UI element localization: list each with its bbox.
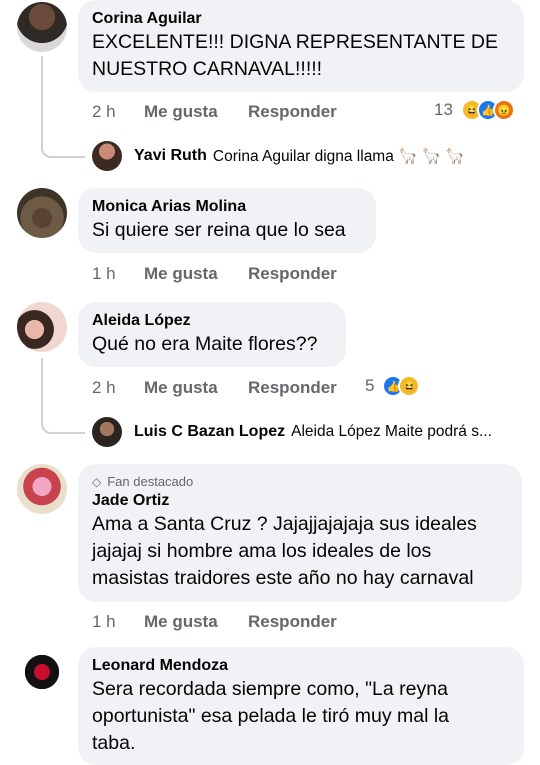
reply-button[interactable]: Responder: [248, 102, 337, 122]
like-button[interactable]: Me gusta: [144, 378, 248, 398]
comment-actions: 2 h Me gusta Responder: [92, 100, 337, 124]
like-button[interactable]: Me gusta: [144, 612, 248, 632]
reply-avatar[interactable]: [92, 141, 122, 171]
timestamp[interactable]: 1 h: [92, 264, 144, 284]
comment-bubble: Aleida López Qué no era Maite flores??: [78, 302, 346, 367]
avatar[interactable]: [17, 2, 67, 52]
reply-author[interactable]: Luis C Bazan Lopez: [134, 423, 285, 441]
like-button[interactable]: Me gusta: [144, 102, 248, 122]
avatar[interactable]: [17, 188, 67, 238]
reply-text: Aleida López Maite podrá s...: [291, 423, 492, 440]
reply-button[interactable]: Responder: [248, 612, 337, 632]
comment-bubble: Leonard Mendoza Sera recordada siempre c…: [78, 647, 524, 765]
commenter-name[interactable]: Corina Aguilar: [92, 9, 510, 29]
comment-bubble: Corina Aguilar EXCELENTE!!! DIGNA REPRES…: [78, 0, 524, 92]
comment-bubble: ◇ Fan destacado Jade Ortiz Ama a Santa C…: [78, 464, 522, 602]
timestamp[interactable]: 1 h: [92, 612, 144, 632]
reply-author[interactable]: Yavi Ruth: [134, 147, 207, 165]
comment-text: jajajaj si hombre ama los ideales de los: [92, 540, 432, 562]
commenter-name[interactable]: Jade Ortiz: [92, 491, 508, 511]
avatar[interactable]: [17, 647, 67, 697]
timestamp[interactable]: 2 h: [92, 102, 144, 122]
reply-preview[interactable]: Luis C Bazan Lopez Aleida López Maite po…: [92, 416, 492, 448]
comment-text: EXCELENTE!!! DIGNA REPRESENTANTE DE: [92, 31, 498, 53]
commenter-name[interactable]: Leonard Mendoza: [92, 656, 510, 676]
reply-button[interactable]: Responder: [248, 378, 337, 398]
thread-connector: [41, 358, 85, 434]
comment-actions: 2 h Me gusta Responder: [92, 376, 337, 400]
comment-actions: 1 h Me gusta Responder: [92, 262, 337, 286]
reply-button[interactable]: Responder: [248, 264, 337, 284]
avatar[interactable]: [17, 302, 67, 352]
badge-label: Fan destacado: [107, 474, 194, 489]
comment-text: Sera recordada siempre como, "La reyna: [92, 678, 448, 700]
reaction-summary[interactable]: 13 😆 👍 😠: [434, 99, 515, 121]
avatar[interactable]: [17, 464, 67, 514]
comment-bubble: Monica Arias Molina Si quiere ser reina …: [78, 188, 376, 253]
like-button[interactable]: Me gusta: [144, 264, 248, 284]
comment-text: Ama a Santa Cruz ? Jajajjajajaja sus ide…: [92, 513, 477, 535]
reaction-count: 13: [434, 100, 453, 119]
comment-text: NUESTRO CARNAVAL!!!!!: [92, 58, 323, 80]
comment-text: oportunista" esa pelada le tiró muy mal …: [92, 705, 450, 727]
thread-connector: [41, 56, 85, 158]
commenter-name[interactable]: Monica Arias Molina: [92, 197, 362, 217]
top-fan-badge: ◇ Fan destacado: [92, 473, 508, 491]
comment-text: masistas traidores este año no hay carna…: [92, 567, 474, 589]
comment-text: Si quiere ser reina que lo sea: [92, 219, 346, 241]
angry-reaction-icon: 😠: [492, 99, 515, 121]
reaction-summary[interactable]: 5 👍 😆: [365, 375, 421, 397]
reply-avatar[interactable]: [92, 417, 122, 447]
comment-text: Qué no era Maite flores??: [92, 333, 318, 355]
reply-text: Corina Aguilar digna llama 🦙 🦙 🦙: [212, 147, 465, 165]
commenter-name[interactable]: Aleida López: [92, 311, 332, 331]
comment-text: taba.: [92, 732, 136, 754]
timestamp[interactable]: 2 h: [92, 378, 144, 398]
diamond-icon: ◇: [92, 475, 102, 489]
comment-actions: 1 h Me gusta Responder: [92, 610, 337, 634]
haha-reaction-icon: 😆: [398, 375, 421, 397]
reply-preview[interactable]: Yavi Ruth Corina Aguilar digna llama 🦙 🦙…: [92, 140, 465, 172]
reaction-count: 5: [365, 376, 375, 395]
